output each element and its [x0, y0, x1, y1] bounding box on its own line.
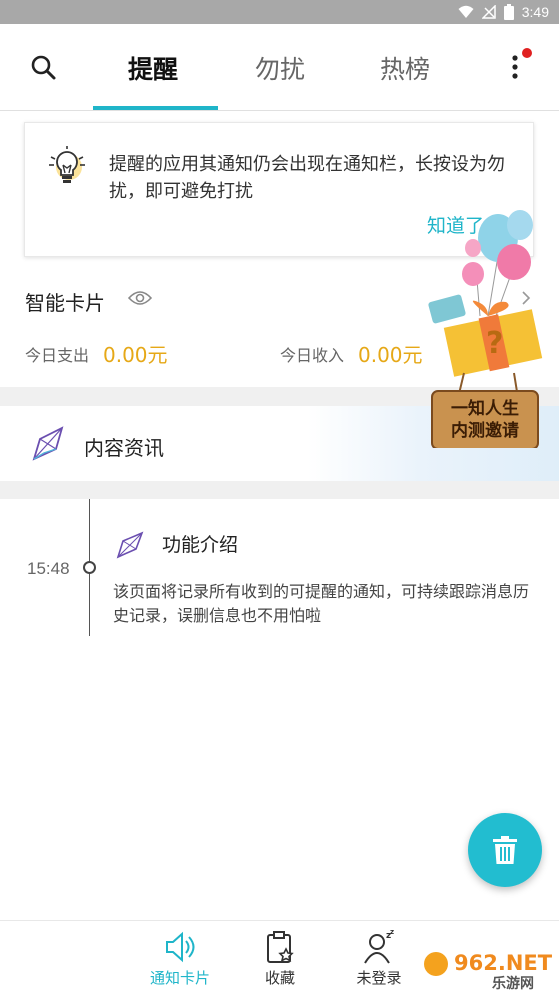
- nav-account[interactable]: z z 未登录: [339, 921, 419, 995]
- clipboard-star-icon: [267, 931, 294, 963]
- active-tab-indicator: [93, 106, 218, 110]
- nav-favorites[interactable]: 收藏: [240, 921, 320, 995]
- nav-label: 收藏: [264, 969, 295, 987]
- top-bar: 提醒 勿扰 热榜: [0, 24, 559, 111]
- wifi-icon: [458, 5, 474, 18]
- status-time: 3:49: [521, 4, 549, 20]
- promo-line-2: 内测邀请: [451, 420, 519, 441]
- timeline-dot: [83, 561, 96, 574]
- status-bar: 3:49: [0, 0, 559, 24]
- nav-label: 未登录: [356, 969, 402, 987]
- svg-text:?: ?: [486, 326, 503, 361]
- notification-badge: [522, 48, 532, 58]
- smart-card-title: 智能卡片: [25, 291, 105, 315]
- expense-label: 今日支出: [25, 346, 90, 365]
- battery-icon: [503, 4, 514, 20]
- search-button[interactable]: [28, 52, 60, 84]
- user-sleep-icon: z z: [364, 930, 394, 964]
- eye-icon[interactable]: [128, 289, 152, 307]
- tab-do-not-disturb[interactable]: 勿扰: [255, 50, 305, 86]
- clear-all-button[interactable]: [468, 813, 542, 887]
- income-value: 0.00元: [358, 343, 423, 367]
- watermark-brand: 962.NET: [454, 951, 553, 975]
- tip-text: 提醒的应用其通知仍会出现在通知栏，长按设为勿扰，即可避免打扰: [109, 154, 505, 202]
- lightbulb-icon: [49, 146, 85, 183]
- signal-off-icon: [481, 5, 496, 19]
- timeline-item-title[interactable]: 功能介绍: [162, 530, 238, 557]
- nav-label: 通知卡片: [149, 969, 210, 987]
- income-label: 今日收入: [280, 346, 345, 365]
- search-icon: [31, 55, 56, 80]
- expense-value: 0.00元: [103, 343, 168, 367]
- crystal-leaf-icon: [116, 531, 144, 559]
- crystal-leaf-icon: [32, 426, 64, 461]
- content-section-title: 内容资讯: [84, 436, 164, 460]
- watermark-sub: 乐游网: [492, 975, 534, 992]
- site-watermark-logo: 962.NET 乐游网: [422, 946, 554, 992]
- svg-text:z: z: [390, 930, 394, 936]
- trash-icon: [493, 836, 517, 864]
- speaker-icon: [166, 931, 195, 963]
- section-divider: [0, 481, 559, 499]
- timeline-item-desc: 该页面将记录所有收到的可提醒的通知，可持续跟踪消息历史记录，误删信息也不用怕啦: [113, 582, 530, 625]
- promo-line-1: 一知人生: [451, 398, 519, 419]
- timeline-time: 15:48: [27, 559, 70, 578]
- tab-remind[interactable]: 提醒: [128, 50, 178, 86]
- invite-gift-promo[interactable]: ? 一知人生 内测邀请: [418, 208, 556, 448]
- nav-notification-cards[interactable]: 通知卡片: [140, 921, 220, 995]
- tab-hot-list[interactable]: 热榜: [380, 50, 430, 86]
